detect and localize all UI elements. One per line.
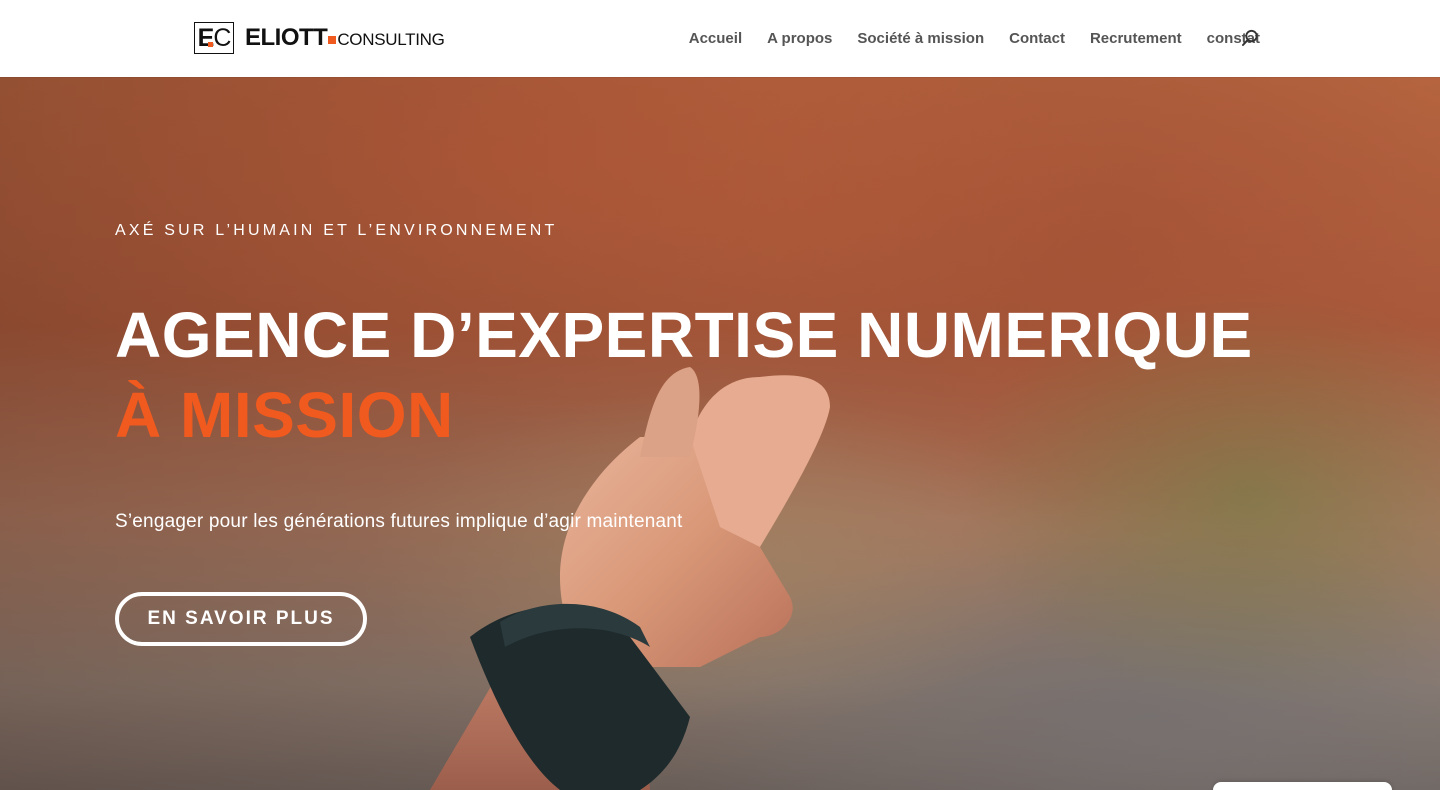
logo[interactable]: EC ELIOTT CONSULTING — [194, 21, 445, 55]
hero-title-accent: À MISSION — [115, 379, 454, 451]
nav-a-propos[interactable]: A propos — [767, 30, 832, 47]
hero-title: AGENCE D’EXPERTISE NUMERIQUE À MISSION — [115, 295, 1253, 455]
hero-eyebrow: AXÉ SUR L’HUMAIN ET L’ENVIRONNEMENT — [115, 222, 558, 239]
hero-title-line1: AGENCE D’EXPERTISE NUMERIQUE — [115, 299, 1253, 371]
en-savoir-plus-button[interactable]: EN SAVOIR PLUS — [115, 592, 367, 646]
logo-square — [328, 36, 337, 44]
main-nav: Accueil A propos Société à mission Conta… — [689, 0, 1260, 77]
nav-societe-a-mission[interactable]: Société à mission — [857, 30, 984, 47]
logo-dot — [208, 42, 213, 47]
floating-widget-tab[interactable] — [1213, 782, 1392, 790]
nav-recrutement[interactable]: Recrutement — [1090, 30, 1182, 47]
nav-accueil[interactable]: Accueil — [689, 30, 742, 47]
hero-section: AXÉ SUR L’HUMAIN ET L’ENVIRONNEMENT AGEN… — [0, 77, 1440, 790]
logo-wordmark: ELIOTT CONSULTING — [245, 24, 445, 51]
hero-subtitle: S’engager pour les générations futures i… — [115, 511, 683, 532]
logo-mark: EC — [194, 22, 234, 54]
site-header: EC ELIOTT CONSULTING Accueil A propos So… — [0, 0, 1440, 77]
nav-contact[interactable]: Contact — [1009, 30, 1065, 47]
search-icon[interactable] — [1241, 29, 1259, 47]
